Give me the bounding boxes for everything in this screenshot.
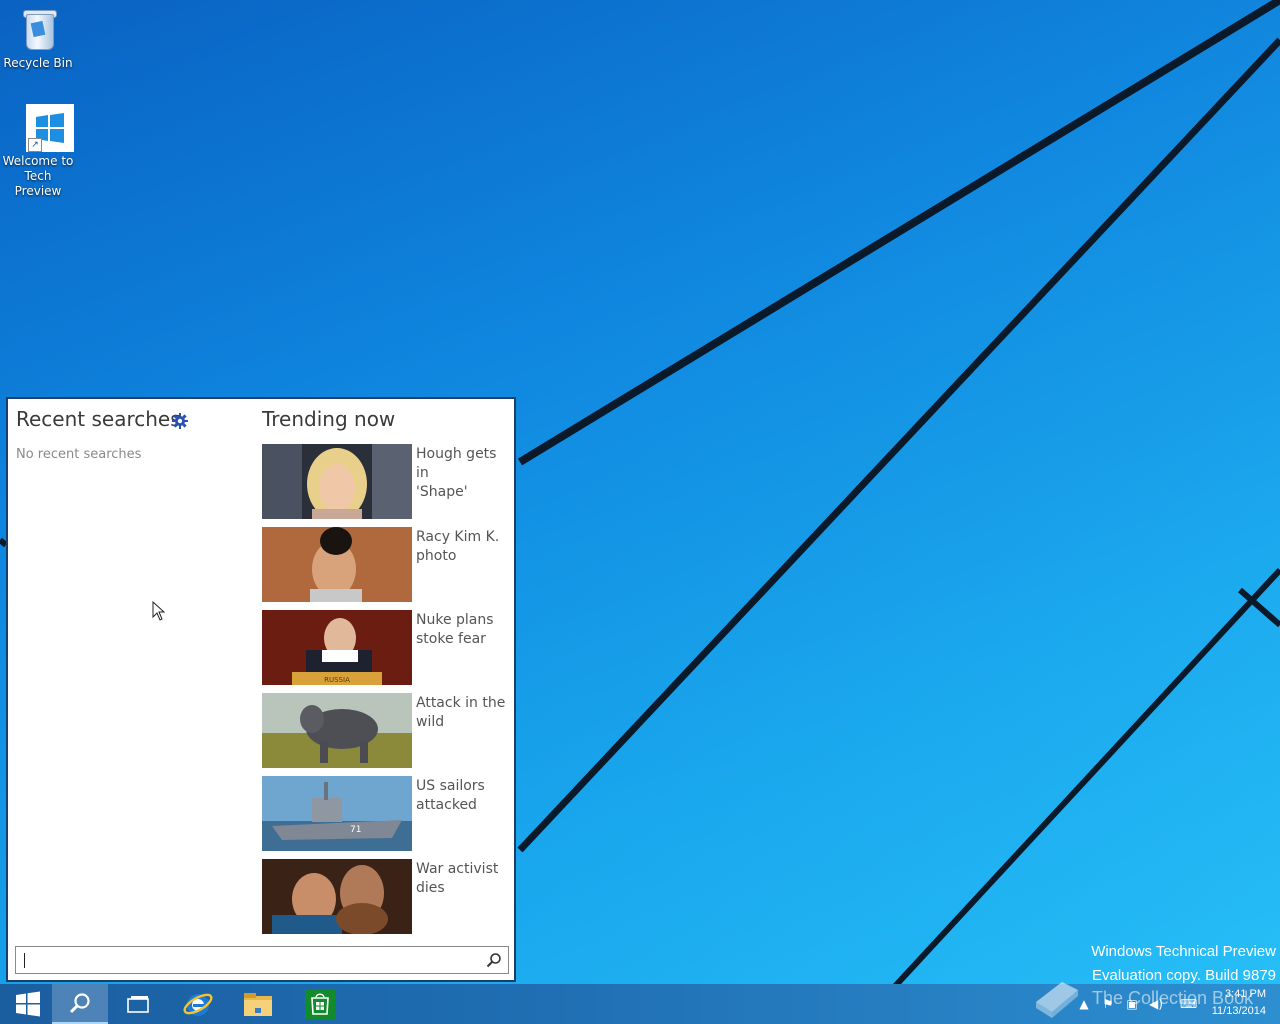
search-submit-icon[interactable] bbox=[486, 952, 502, 968]
trending-headline-line2: attacked bbox=[416, 797, 477, 813]
trending-thumbnail bbox=[262, 859, 412, 934]
taskbar: ▲ ⚑ ▣ ◀) ⌨ 3:41 PM 11/13/2014 bbox=[0, 984, 1280, 1024]
trending-headline-line1: US sailors bbox=[416, 778, 485, 794]
trending-headline-line1: Racy Kim K. bbox=[416, 529, 500, 545]
desktop-icon-recycle-bin[interactable]: Recycle Bin bbox=[0, 6, 76, 71]
trending-headline-line1: Hough gets in bbox=[416, 446, 497, 481]
start-icon bbox=[16, 991, 40, 1017]
trending-headline-line1: Attack in the bbox=[416, 695, 506, 711]
search-panel: Recent searches No recent searches Trend… bbox=[6, 397, 516, 982]
book-logo-icon bbox=[1036, 982, 1078, 1018]
desktop-icon-welcome-tech-preview[interactable]: ↗ Welcome to Tech Preview bbox=[0, 104, 76, 199]
trending-headline-line2: dies bbox=[416, 880, 445, 896]
trending-thumbnail bbox=[262, 444, 412, 519]
trending-thumbnail bbox=[262, 693, 412, 768]
no-recent-searches-text: No recent searches bbox=[16, 447, 142, 462]
mouse-pointer-icon bbox=[152, 601, 166, 621]
trending-item[interactable]: Racy Kim K. photo bbox=[262, 527, 512, 603]
trending-headline-line2: photo bbox=[416, 548, 457, 564]
taskbar-search-button[interactable] bbox=[52, 984, 108, 1024]
internet-explorer-icon bbox=[183, 993, 213, 1016]
trending-thumbnail: RUSSIA bbox=[262, 610, 412, 685]
internet-explorer-button[interactable] bbox=[170, 984, 226, 1024]
task-view-button[interactable] bbox=[110, 984, 166, 1024]
task-view-icon bbox=[127, 996, 149, 1013]
text-caret bbox=[24, 953, 25, 968]
desktop-icon-label-line2: Tech Preview bbox=[14, 169, 62, 198]
trending-thumbnail bbox=[262, 527, 412, 602]
store-icon bbox=[305, 989, 335, 1019]
trending-item[interactable]: RUSSIA Nuke plans stoke fear bbox=[262, 610, 512, 686]
recycle-bin-icon bbox=[14, 6, 62, 54]
trending-now-heading: Trending now bbox=[262, 407, 396, 431]
svg-text:71: 71 bbox=[350, 825, 361, 835]
trending-headline-line2: 'Shape' bbox=[416, 484, 468, 500]
trending-headline-line2: wild bbox=[416, 714, 445, 730]
trending-headline-line1: War activist bbox=[416, 861, 499, 877]
shortcut-arrow-icon: ↗ bbox=[28, 138, 42, 152]
evaluation-watermark: Windows Technical Preview Evaluation cop… bbox=[1091, 940, 1276, 988]
store-button[interactable] bbox=[292, 984, 348, 1024]
trending-headline-line1: Nuke plans bbox=[416, 612, 494, 628]
file-explorer-button[interactable] bbox=[230, 984, 286, 1024]
trending-item[interactable]: War activist dies bbox=[262, 859, 512, 935]
file-explorer-icon bbox=[244, 993, 272, 1016]
recent-searches-heading: Recent searches bbox=[16, 407, 181, 431]
thumbnail-caption: RUSSIA bbox=[324, 676, 350, 684]
trending-item[interactable]: Hough gets in 'Shape' bbox=[262, 444, 512, 520]
watermark-line1: Windows Technical Preview bbox=[1091, 943, 1276, 960]
desktop-icon-label: Recycle Bin bbox=[3, 56, 73, 70]
trending-item[interactable]: 71 US sailors attacked bbox=[262, 776, 512, 852]
windows-logo-icon: ↗ bbox=[14, 104, 74, 152]
desktop-icon-label-line1: Welcome to bbox=[2, 154, 74, 168]
desktop: Recycle Bin ↗ Welcome to Tech Preview Re… bbox=[0, 0, 1280, 1024]
trending-thumbnail: 71 bbox=[262, 776, 412, 851]
trending-item[interactable]: Attack in the wild bbox=[262, 693, 512, 769]
search-box[interactable] bbox=[15, 946, 509, 974]
search-icon bbox=[69, 993, 90, 1014]
start-button[interactable] bbox=[0, 984, 56, 1024]
settings-gear-icon[interactable] bbox=[172, 413, 188, 429]
watermark-brand: The Collection Book bbox=[1092, 988, 1254, 1008]
search-input[interactable] bbox=[22, 950, 476, 972]
trending-headline-line2: stoke fear bbox=[416, 631, 486, 647]
